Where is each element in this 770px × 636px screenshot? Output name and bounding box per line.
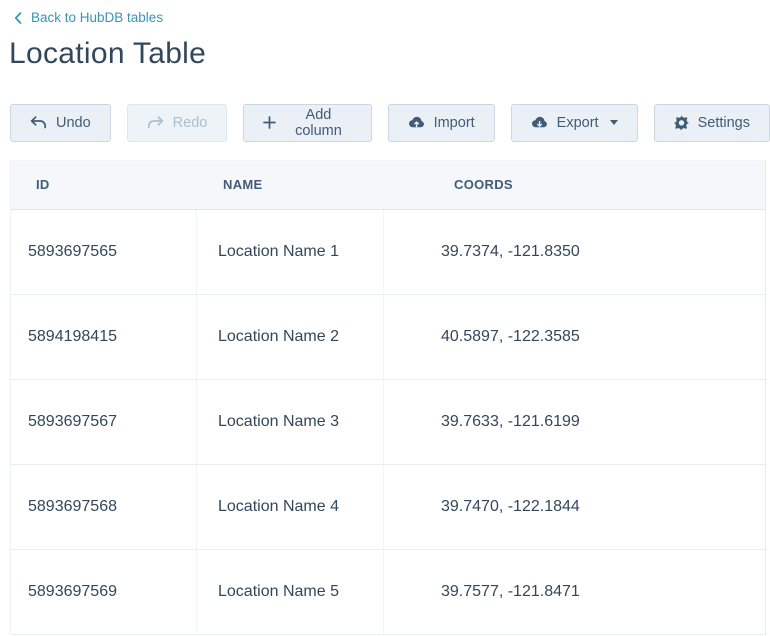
cell-id[interactable]: 5893697565 xyxy=(11,210,197,294)
import-button[interactable]: Import xyxy=(388,104,495,142)
column-header-coords[interactable]: COORDS xyxy=(384,177,765,192)
cell-coords[interactable]: 39.7374, -121.8350 xyxy=(384,210,765,294)
settings-button[interactable]: Settings xyxy=(654,104,770,142)
redo-button[interactable]: Redo xyxy=(127,104,228,142)
plus-icon xyxy=(263,116,276,129)
table-row[interactable]: 5894198415 Location Name 2 40.5897, -122… xyxy=(11,295,765,380)
table-row[interactable]: 5893697568 Location Name 4 39.7470, -122… xyxy=(11,465,765,550)
add-column-button-label: Add column xyxy=(285,107,351,139)
gear-icon xyxy=(674,115,689,130)
page-title: Location Table xyxy=(9,37,770,71)
back-to-hubdb-link[interactable]: Back to HubDB tables xyxy=(14,10,163,25)
table-row[interactable]: 5893697569 Location Name 5 39.7577, -121… xyxy=(11,550,765,635)
cell-coords[interactable]: 39.7470, -122.1844 xyxy=(384,465,765,549)
add-column-button[interactable]: Add column xyxy=(243,104,371,142)
cell-coords[interactable]: 39.7577, -121.8471 xyxy=(384,550,765,634)
export-button[interactable]: Export xyxy=(511,104,638,142)
redo-button-label: Redo xyxy=(173,115,208,131)
cloud-download-icon xyxy=(531,116,548,129)
cell-coords[interactable]: 40.5897, -122.3585 xyxy=(384,295,765,379)
back-link-label: Back to HubDB tables xyxy=(31,10,163,25)
cell-name[interactable]: Location Name 4 xyxy=(197,465,384,549)
cell-name[interactable]: Location Name 5 xyxy=(197,550,384,634)
cell-id[interactable]: 5893697569 xyxy=(11,550,197,634)
hubdb-table: ID NAME COORDS 5893697565 Location Name … xyxy=(10,160,766,635)
cloud-upload-icon xyxy=(408,116,425,129)
undo-button[interactable]: Undo xyxy=(10,104,111,142)
caret-down-icon xyxy=(610,120,618,125)
cell-id[interactable]: 5893697567 xyxy=(11,380,197,464)
cell-id[interactable]: 5894198415 xyxy=(11,295,197,379)
redo-arrow-icon xyxy=(147,116,164,129)
cell-coords[interactable]: 39.7633, -121.6199 xyxy=(384,380,765,464)
column-header-name[interactable]: NAME xyxy=(197,177,384,192)
settings-button-label: Settings xyxy=(698,115,750,131)
toolbar: Undo Redo Add column Import Export xyxy=(10,104,770,142)
import-button-label: Import xyxy=(434,115,475,131)
chevron-left-icon xyxy=(14,12,22,24)
undo-arrow-icon xyxy=(30,116,47,129)
cell-name[interactable]: Location Name 3 xyxy=(197,380,384,464)
column-header-id[interactable]: ID xyxy=(11,177,197,192)
table-row[interactable]: 5893697567 Location Name 3 39.7633, -121… xyxy=(11,380,765,465)
cell-id[interactable]: 5893697568 xyxy=(11,465,197,549)
undo-button-label: Undo xyxy=(56,115,91,131)
table-row[interactable]: 5893697565 Location Name 1 39.7374, -121… xyxy=(11,210,765,295)
table-header-row: ID NAME COORDS xyxy=(11,160,765,210)
cell-name[interactable]: Location Name 1 xyxy=(197,210,384,294)
export-button-label: Export xyxy=(557,115,599,131)
cell-name[interactable]: Location Name 2 xyxy=(197,295,384,379)
